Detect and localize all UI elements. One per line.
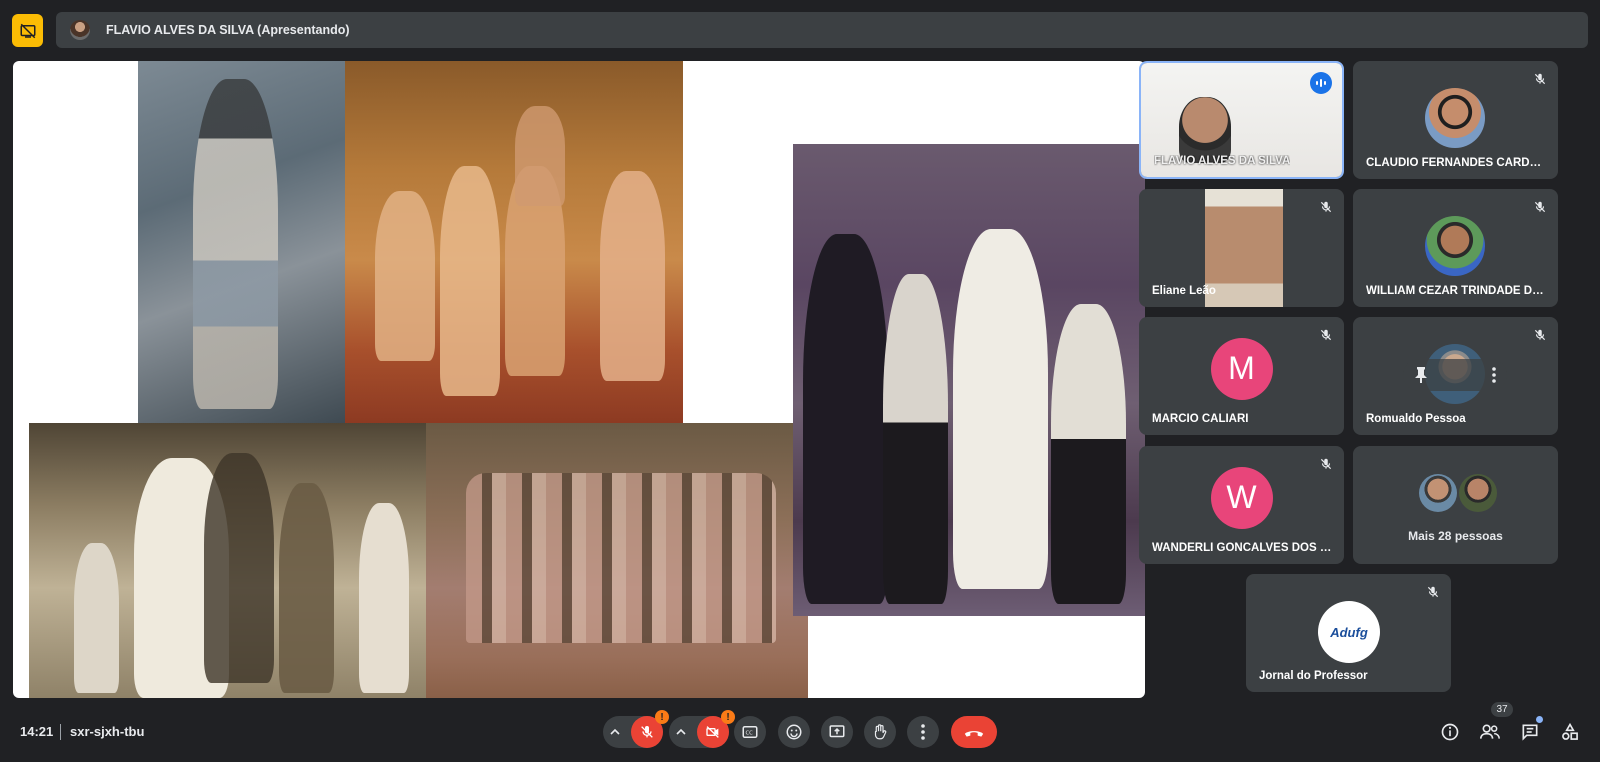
people-icon xyxy=(1480,724,1500,739)
people-count-badge: 37 xyxy=(1491,702,1513,717)
mic-options-button[interactable] xyxy=(609,725,621,743)
participant-name: Jornal do Professor xyxy=(1259,670,1368,682)
mic-off-icon xyxy=(1534,73,1546,85)
bottom-bar: 14:21 sxr-sjxh-tbu ! ! CC 37 xyxy=(0,702,1600,752)
chat-unread-dot xyxy=(1536,716,1543,723)
avatar xyxy=(1419,474,1457,512)
participant-name: CLAUDIO FERNANDES CARDOSO xyxy=(1366,157,1546,169)
meeting-code: sxr-sjxh-tbu xyxy=(70,724,145,739)
chat-button[interactable] xyxy=(1516,716,1544,746)
leave-call-button[interactable] xyxy=(951,716,997,748)
avatar xyxy=(1459,474,1497,512)
participant-name: Romualdo Pessoa xyxy=(1366,413,1466,425)
muted-indicator xyxy=(1530,325,1550,345)
captions-icon: CC xyxy=(742,726,758,738)
divider xyxy=(60,724,61,740)
mic-toggle-button[interactable]: ! xyxy=(631,710,669,748)
raise-hand-icon xyxy=(874,724,887,740)
muted-indicator xyxy=(1530,69,1550,89)
participant-name: WANDERLI GONCALVES DOS SANTOS xyxy=(1152,542,1332,554)
more-participants-label: Mais 28 pessoas xyxy=(1408,529,1503,543)
participant-name: WILLIAM CEZAR TRINDADE DOS SANTOS xyxy=(1366,285,1546,297)
photo-first-communion xyxy=(793,144,1145,616)
participant-tile[interactable]: FLAVIO ALVES DA SILVA xyxy=(1139,61,1344,179)
mic-control: ! xyxy=(603,710,669,748)
muted-indicator xyxy=(1423,582,1443,602)
mic-off-icon xyxy=(1427,586,1439,598)
participant-name: MARCIO CALIARI xyxy=(1152,413,1249,425)
chevron-up-icon xyxy=(676,728,686,735)
activities-button[interactable] xyxy=(1556,718,1584,746)
svg-text:CC: CC xyxy=(746,730,754,736)
participant-name: Eliane Leão xyxy=(1152,285,1216,297)
chat-icon xyxy=(1522,724,1538,741)
participant-tile[interactable]: M MARCIO CALIARI xyxy=(1139,317,1344,435)
avatar: W xyxy=(1210,466,1273,529)
presenter-name: FLAVIO ALVES DA SILVA (Apresentando) xyxy=(106,23,350,37)
participant-tile[interactable]: W WANDERLI GONCALVES DOS SANTOS xyxy=(1139,446,1344,564)
more-icon xyxy=(921,724,925,740)
participant-tile[interactable]: Adufg Jornal do Professor xyxy=(1246,574,1451,692)
presenter-banner: FLAVIO ALVES DA SILVA (Apresentando) xyxy=(56,12,1588,48)
participant-tile[interactable]: Romualdo Pessoa xyxy=(1353,317,1558,435)
photo-children-group xyxy=(345,61,683,423)
mic-off-icon xyxy=(1320,201,1332,213)
participant-face xyxy=(1179,97,1231,163)
participant-name: FLAVIO ALVES DA SILVA xyxy=(1154,155,1291,167)
camera-off-icon xyxy=(706,726,719,738)
avatar: Adufg xyxy=(1318,601,1380,663)
mic-warning-badge: ! xyxy=(655,710,669,724)
video-feed xyxy=(1205,189,1283,307)
avatar-logo: Adufg xyxy=(1330,624,1368,640)
mic-off-icon xyxy=(1534,201,1546,213)
mic-off-icon xyxy=(1320,329,1332,341)
more-icon[interactable] xyxy=(1491,367,1497,383)
participant-tile[interactable]: WILLIAM CEZAR TRINDADE DOS SANTOS xyxy=(1353,189,1558,307)
avatar xyxy=(1425,88,1485,148)
activities-icon xyxy=(1562,722,1578,740)
avatar: M xyxy=(1210,337,1273,400)
meeting-time: 14:21 xyxy=(20,724,54,739)
present-button[interactable] xyxy=(821,716,853,748)
speaking-indicator xyxy=(1310,72,1332,94)
camera-options-button[interactable] xyxy=(675,725,687,743)
top-bar: FLAVIO ALVES DA SILVA (Apresentando) xyxy=(12,12,1588,48)
participant-tile[interactable]: Eliane Leão xyxy=(1139,189,1344,307)
meeting-details-button[interactable] xyxy=(1436,718,1464,746)
tile-hover-actions xyxy=(1403,359,1507,391)
muted-indicator xyxy=(1316,454,1336,474)
presenter-avatar xyxy=(70,20,90,40)
avatar xyxy=(1425,216,1485,276)
emoji-button[interactable] xyxy=(778,716,810,748)
people-button[interactable] xyxy=(1476,718,1504,746)
shared-screen xyxy=(13,61,1145,698)
camera-control: ! xyxy=(669,710,735,748)
camera-toggle-button[interactable]: ! xyxy=(697,710,735,748)
photo-large-group xyxy=(426,423,808,698)
muted-indicator xyxy=(1316,325,1336,345)
chevron-up-icon xyxy=(610,728,620,735)
present-stop-icon xyxy=(20,23,35,38)
more-participants-tile[interactable]: Mais 28 pessoas xyxy=(1353,446,1558,564)
captions-button[interactable]: CC xyxy=(734,716,766,748)
muted-indicator xyxy=(1530,197,1550,217)
mic-off-icon xyxy=(641,726,653,738)
call-end-icon xyxy=(964,731,984,737)
stop-presenting-button[interactable] xyxy=(12,14,43,47)
present-icon xyxy=(829,725,845,738)
raise-hand-button[interactable] xyxy=(864,716,896,748)
mic-off-icon xyxy=(1320,458,1332,470)
more-options-button[interactable] xyxy=(907,716,939,748)
photo-wedding xyxy=(29,423,426,698)
emoji-icon xyxy=(786,724,802,740)
camera-warning-badge: ! xyxy=(721,710,735,724)
pin-icon[interactable] xyxy=(1413,366,1429,384)
info-icon xyxy=(1441,723,1459,741)
mic-off-icon xyxy=(1534,329,1546,341)
participant-tile[interactable]: CLAUDIO FERNANDES CARDOSO xyxy=(1353,61,1558,179)
muted-indicator xyxy=(1316,197,1336,217)
photo-child-standing xyxy=(138,61,345,423)
speaking-icon xyxy=(1316,79,1326,87)
